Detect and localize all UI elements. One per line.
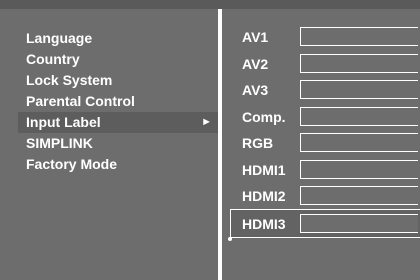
input-label-field[interactable] xyxy=(300,186,418,205)
input-label-row-comp[interactable]: Comp. xyxy=(222,105,420,129)
input-label-row-hdmi1[interactable]: HDMI1 xyxy=(222,158,420,182)
input-label-row-hdmi2[interactable]: HDMI2 xyxy=(222,184,420,208)
input-label-field[interactable] xyxy=(300,107,418,126)
input-label-row-av1[interactable]: AV1 xyxy=(222,25,420,49)
input-name: AV3 xyxy=(242,82,269,98)
submenu-arrow-icon: ► xyxy=(201,116,212,128)
menu-item-simplink[interactable]: SIMPLINK xyxy=(18,133,218,154)
menu-item-lock-system[interactable]: Lock System xyxy=(18,70,218,91)
input-label-field[interactable] xyxy=(300,80,418,99)
menu-item-label: Parental Control xyxy=(26,93,135,109)
input-label-row-av2[interactable]: AV2 xyxy=(222,52,420,76)
menu-item-language[interactable]: Language xyxy=(18,28,218,49)
input-name: AV1 xyxy=(242,29,269,45)
input-label-field[interactable] xyxy=(300,214,418,233)
tv-setup-menu: Language Country Lock System Parental Co… xyxy=(0,0,420,280)
input-name: AV2 xyxy=(242,56,269,72)
menu-item-label: Lock System xyxy=(26,72,113,88)
input-name: HDMI2 xyxy=(242,188,286,204)
input-name: HDMI3 xyxy=(242,216,286,232)
input-label-row-rgb[interactable]: RGB xyxy=(222,131,420,155)
top-strip xyxy=(0,0,420,9)
menu-item-parental-control[interactable]: Parental Control xyxy=(18,91,218,112)
input-name: HDMI1 xyxy=(242,162,286,178)
input-name: RGB xyxy=(242,135,274,151)
input-label-field[interactable] xyxy=(300,133,418,152)
menu-item-label: Country xyxy=(26,51,80,67)
menu-item-label: Input Label xyxy=(26,114,101,130)
selection-marker-icon xyxy=(228,237,232,241)
menu-item-label: SIMPLINK xyxy=(26,135,93,151)
menu-item-country[interactable]: Country xyxy=(18,49,218,70)
input-label-field[interactable] xyxy=(300,27,418,46)
input-label-row-av3[interactable]: AV3 xyxy=(222,78,420,102)
input-name: Comp. xyxy=(242,109,286,125)
input-label-field[interactable] xyxy=(300,160,418,179)
menu-item-label: Factory Mode xyxy=(26,156,118,172)
menu-item-factory-mode[interactable]: Factory Mode xyxy=(18,154,218,175)
menu-item-input-label[interactable]: Input Label ► xyxy=(18,112,218,133)
input-label-field[interactable] xyxy=(300,54,418,73)
input-label-row-hdmi3[interactable]: HDMI3 xyxy=(222,209,420,241)
menu-item-label: Language xyxy=(26,30,93,46)
